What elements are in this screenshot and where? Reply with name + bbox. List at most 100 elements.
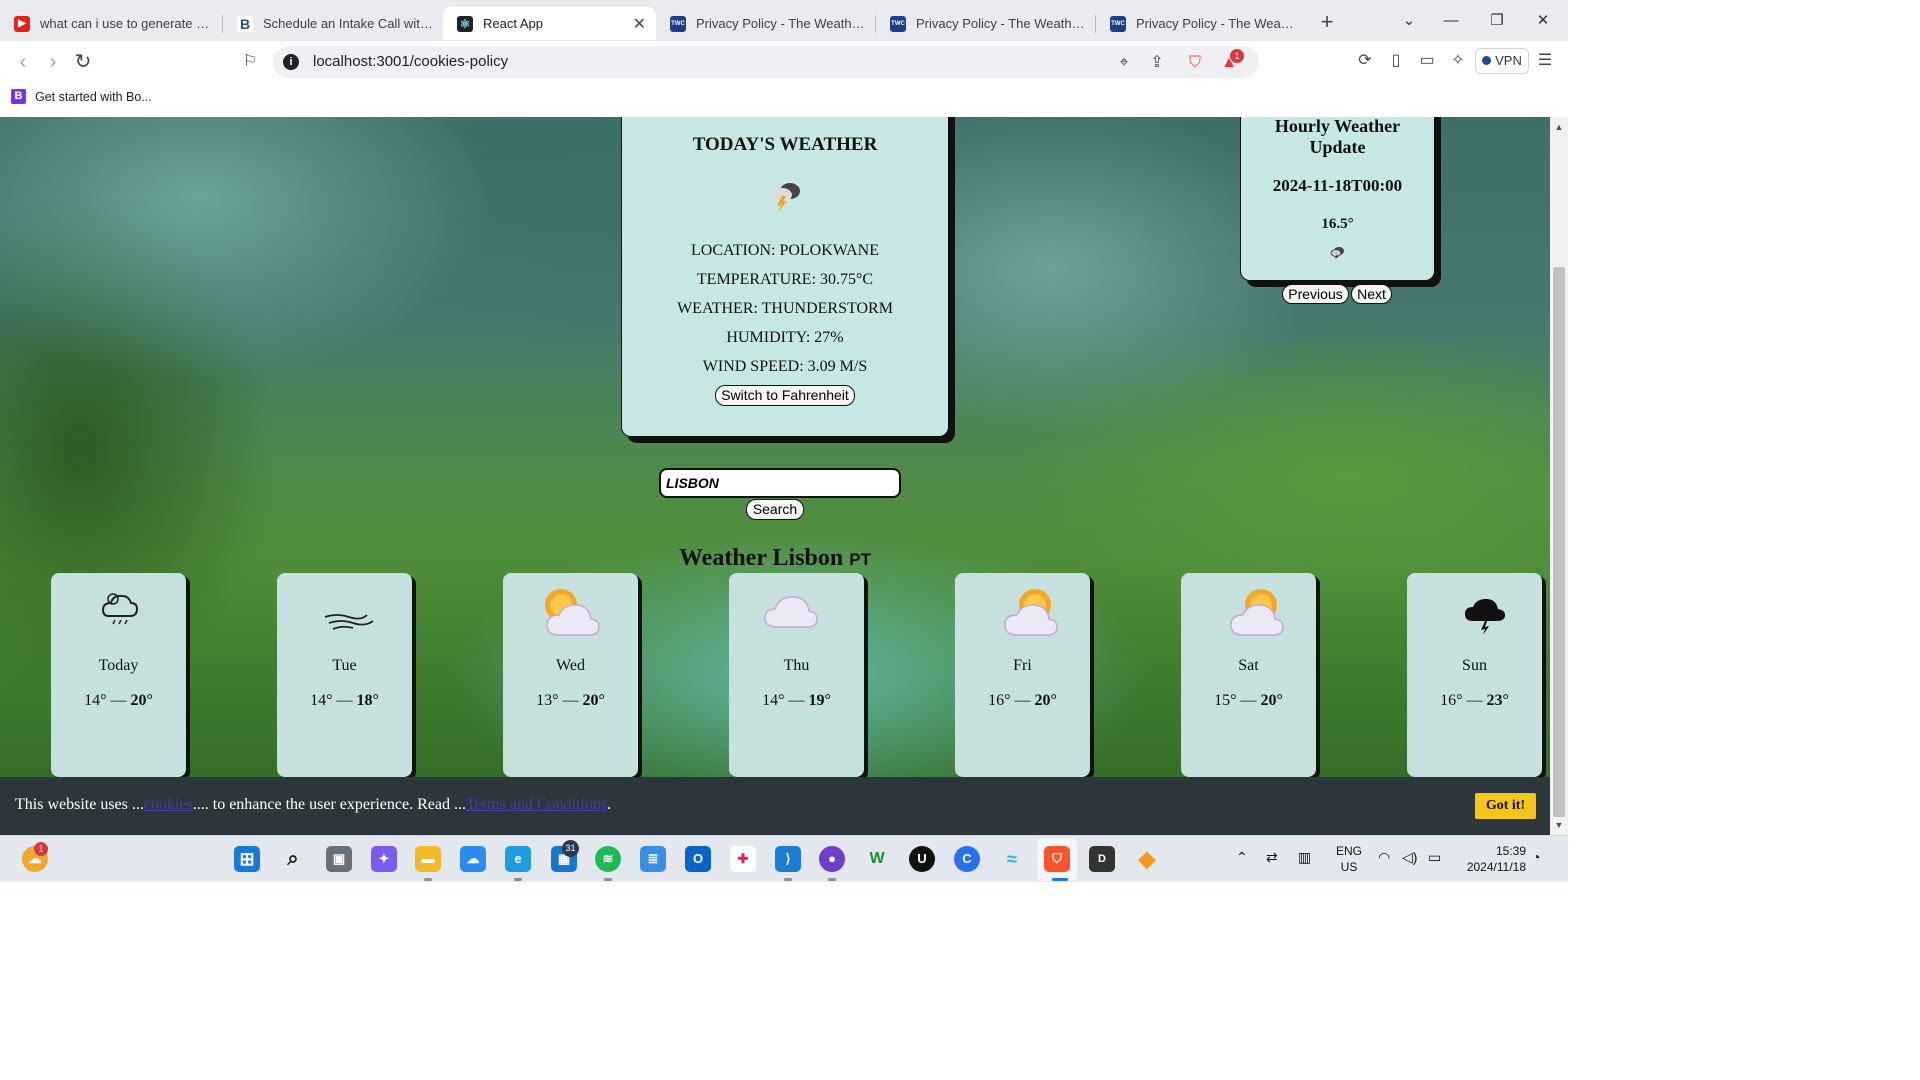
scroll-up-icon[interactable]: ▲ <box>1550 119 1568 135</box>
tab-privacy-1[interactable]: TWC Privacy Policy - The Weather Ch <box>656 7 875 40</box>
url-text[interactable]: localhost:3001/cookies-policy <box>313 53 508 70</box>
sidebar-icon[interactable]: ▯ <box>1384 49 1408 73</box>
onedrive-icon[interactable]: ☁ <box>460 846 486 872</box>
leo-ai-icon[interactable]: ⟳ <box>1353 49 1377 73</box>
volume-icon[interactable]: ◁) <box>1402 849 1417 865</box>
site-info-icon[interactable]: i <box>283 54 299 70</box>
cookie-text-part: This website uses ... <box>15 796 144 813</box>
vpn-status-icon <box>1482 56 1492 65</box>
open-indicator <box>424 878 432 881</box>
react-icon: ⚛ <box>457 15 473 32</box>
notepad-icon[interactable]: ≣ <box>640 846 666 872</box>
forecast-card: Today 14° — 20° <box>51 573 186 777</box>
toolbar: ‹ › ↻ ⚐ i localhost:3001/cookies-policy … <box>0 41 1568 82</box>
clock-time: 15:39 <box>1495 844 1526 858</box>
tab-search-chevron-icon[interactable]: ⌄ <box>1386 0 1432 41</box>
forecast-card: Sun 16° — 23° <box>1407 573 1542 777</box>
low-temp: 15° <box>1214 692 1237 709</box>
vscode-icon[interactable]: ⟩ <box>775 846 801 872</box>
switch-to-fahrenheit-button[interactable]: Switch to Fahrenheit <box>715 385 855 406</box>
hourly-time: 2024-11-18T00:00 <box>1272 176 1403 195</box>
tab-privacy-3[interactable]: TWC Privacy Policy - The Weather Ch <box>1096 7 1304 40</box>
brave-shield-icon[interactable]: ⛉ <box>1184 52 1206 74</box>
page-scrollbar[interactable]: ▲ ▼ <box>1550 117 1568 835</box>
edge-icon[interactable]: e <box>505 846 531 872</box>
address-bar[interactable]: i localhost:3001/cookies-policy ⌖ ⇪ ⛉ ▲ … <box>273 46 1259 78</box>
forecast-city-title: Weather Lisbon PT <box>0 545 1550 572</box>
canva-icon[interactable]: C <box>954 846 980 872</box>
bookmark-item[interactable]: B Get started with Bo... <box>11 89 152 104</box>
tailwind-icon[interactable]: ≈ <box>999 846 1025 872</box>
outlook-icon[interactable]: O <box>685 846 711 872</box>
vpn-button[interactable]: VPN <box>1475 48 1529 74</box>
cookie-text-part: .... to enhance the user experience. Rea… <box>192 796 466 813</box>
wifi-icon[interactable]: ◠ <box>1378 849 1390 865</box>
spotify-icon[interactable]: ≋ <box>595 846 621 872</box>
previous-button[interactable]: Previous <box>1282 284 1349 304</box>
low-temp: 14° <box>310 692 333 709</box>
forecast-range: 14° — 18° <box>277 692 412 710</box>
task-view-icon[interactable]: ▣ <box>326 846 352 872</box>
humidity-text: HUMIDITY: 27% <box>726 329 844 346</box>
restore-button[interactable]: ❐ <box>1474 0 1520 41</box>
sublime-icon[interactable]: ◆ <box>1134 846 1160 872</box>
tab-youtube[interactable]: ▶ what can i use to generate term <box>0 7 222 40</box>
scrollbar-thumb[interactable] <box>1553 267 1565 817</box>
search-icon[interactable]: ⌕ <box>280 846 306 872</box>
language-indicator[interactable]: ENG US <box>1333 843 1365 875</box>
temperature-text: TEMPERATURE: 30.75°C <box>696 271 874 288</box>
network-activity-icon[interactable]: ⇄ <box>1266 849 1278 865</box>
rewards-badge: 1 <box>1230 49 1244 63</box>
minimize-button[interactable]: — <box>1428 0 1474 41</box>
tab-react-app[interactable]: ⚛ React App ✕ <box>443 7 656 40</box>
u-app-icon[interactable]: U <box>909 846 935 872</box>
slack-icon[interactable]: ✚ <box>730 846 756 872</box>
bolt-logo-icon: B <box>11 89 26 104</box>
bookmark-icon[interactable]: ⚐ <box>237 49 263 75</box>
menu-icon[interactable]: ☰ <box>1533 49 1557 73</box>
wallet-icon[interactable]: ▭ <box>1415 49 1439 73</box>
github-icon[interactable]: ● <box>819 846 845 872</box>
tray-overflow-icon[interactable]: ⌃ <box>1236 849 1248 865</box>
open-indicator <box>514 878 522 881</box>
hourly-temp: 16.5° <box>1321 216 1354 232</box>
forecast-day: Fri <box>1013 657 1032 674</box>
tab-schedule[interactable]: B Schedule an Intake Call with Br <box>223 7 443 40</box>
search-button[interactable]: Search <box>746 499 804 520</box>
forecast-card: Sat 15° — 20° <box>1181 573 1316 777</box>
extensions-icon[interactable]: ✧ <box>1446 49 1470 73</box>
share-icon[interactable]: ⇪ <box>1146 52 1168 74</box>
next-button[interactable]: Next <box>1351 284 1392 304</box>
new-tab-button[interactable]: + <box>1312 8 1342 38</box>
tab-title: Privacy Policy - The Weather Ch <box>696 16 865 31</box>
todays-weather-card: TODAY'S WEATHER LOCATION: POLOKWANE TEMP… <box>621 117 949 437</box>
close-tab-icon[interactable]: ✕ <box>633 14 646 34</box>
notification-bell-icon[interactable]: ◔ <box>1532 849 1540 865</box>
reload-icon[interactable]: ↻ <box>70 49 96 75</box>
city-search-input[interactable] <box>659 468 901 498</box>
high-temp: 20° <box>130 692 153 709</box>
forward-icon[interactable]: › <box>40 49 66 75</box>
back-icon[interactable]: ‹ <box>10 49 36 75</box>
tab-privacy-2[interactable]: TWC Privacy Policy - The Weather Ch <box>876 7 1095 40</box>
range-separator: — <box>1014 692 1031 709</box>
brave-icon[interactable]: ⛉ <box>1044 846 1070 872</box>
clock[interactable]: 15:39 2024/11/18 <box>1456 843 1526 875</box>
cookies-link[interactable]: cookies <box>144 796 193 813</box>
got-it-button[interactable]: Got it! <box>1475 793 1536 819</box>
d-app-icon[interactable]: D <box>1089 846 1115 872</box>
meter-icon[interactable]: ▥ <box>1298 849 1311 865</box>
b-logo-icon: B <box>237 15 253 32</box>
scroll-down-icon[interactable]: ▼ <box>1550 817 1568 833</box>
cookie-message: This website uses ...cookies.... to enha… <box>15 796 611 814</box>
w-app-icon[interactable]: W <box>864 846 890 872</box>
copilot-icon[interactable]: ✦ <box>371 846 397 872</box>
close-window-button[interactable]: ✕ <box>1520 0 1566 41</box>
battery-icon[interactable]: ▭ <box>1428 849 1441 865</box>
terms-link[interactable]: Terms and Conditions <box>466 796 607 813</box>
storm-cloud-icon <box>1465 599 1505 635</box>
file-explorer-icon[interactable]: ▬ <box>415 846 441 872</box>
forecast-day: Tue <box>332 657 357 674</box>
start-icon[interactable]: ⊞ <box>234 846 260 872</box>
location-pin-icon[interactable]: ⌖ <box>1113 52 1135 74</box>
